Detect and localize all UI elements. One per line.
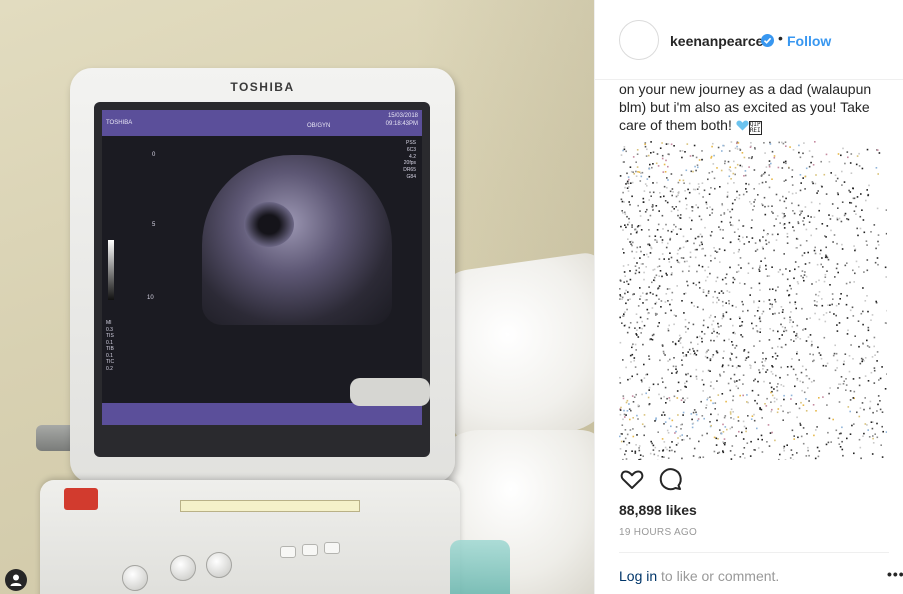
monitor-brand: TOSHIBA xyxy=(230,80,295,94)
console-knob xyxy=(122,565,148,591)
console-knob xyxy=(170,555,196,581)
login-link[interactable]: Log in xyxy=(619,568,657,584)
screen-time-line: 09:18:43PM xyxy=(385,120,418,127)
avatar[interactable] xyxy=(619,20,659,60)
screen-mode: OB/GYN xyxy=(307,123,331,129)
post-timestamp[interactable]: 19 HOURS AGO xyxy=(619,527,697,538)
screen-header: TOSHIBA OB/GYN 15/03/2018 09:18:43PM xyxy=(102,110,422,136)
screen-footer xyxy=(102,403,422,425)
missing-glyph-icon: QIP REI xyxy=(748,121,762,135)
login-prompt: Log in to like or comment. xyxy=(619,568,779,584)
console-knob xyxy=(206,552,232,578)
more-options-icon[interactable]: ••• xyxy=(887,566,903,582)
red-button xyxy=(64,488,98,510)
screen-date: 15/03/2018 09:18:43PM xyxy=(386,113,418,129)
verified-badge-icon xyxy=(761,34,774,47)
ultrasound-console xyxy=(40,480,460,594)
grey-scale-bar xyxy=(108,240,114,300)
ultrasound-scan xyxy=(202,155,392,325)
caption: on your new journey as a dad (walaupun b… xyxy=(619,80,889,135)
likes-count[interactable]: 88,898 likes xyxy=(619,502,697,518)
post-photo[interactable]: TOSHIBA TOSHIBA OB/GYN 15/03/2018 09:18:… xyxy=(0,0,594,594)
console-button xyxy=(324,542,340,554)
console-button xyxy=(280,546,296,558)
garbled-comments-noise xyxy=(619,141,889,460)
divider xyxy=(619,552,889,553)
login-prompt-text: to like or comment. xyxy=(657,568,780,584)
depth-scale-0: 0 xyxy=(152,152,156,158)
username[interactable]: keenanpearce xyxy=(670,33,763,49)
like-heart-icon[interactable] xyxy=(619,466,645,492)
console-button xyxy=(302,544,318,556)
screen-date-line: 15/03/2018 xyxy=(387,113,418,119)
gestational-sac xyxy=(244,202,294,247)
depth-scale-5: 5 xyxy=(152,222,156,228)
mi-readout: MI 0.3 TIS 0.1 TIB 0.1 TIC 0.2 xyxy=(106,320,115,372)
screen-brand-tag: TOSHIBA xyxy=(106,120,133,126)
ultrasound-monitor: TOSHIBA TOSHIBA OB/GYN 15/03/2018 09:18:… xyxy=(70,68,455,483)
follow-button[interactable]: Follow xyxy=(787,33,831,49)
post-sidebar: keenanpearce • Follow on your new journe… xyxy=(594,0,903,594)
scan-params: PSS 6C3 4.2 20fps DR65 G84 xyxy=(403,140,416,180)
depth-scale-10: 10 xyxy=(147,295,154,301)
blue-heart-icon xyxy=(736,120,749,131)
monitor-chin xyxy=(350,378,430,406)
comments-area[interactable]: on your new journey as a dad (walaupun b… xyxy=(619,80,889,460)
user-tag-icon[interactable] xyxy=(5,569,27,591)
warning-label xyxy=(180,500,360,512)
gel-bottle xyxy=(450,540,510,594)
separator-dot: • xyxy=(778,30,783,46)
post-header: keenanpearce • Follow xyxy=(595,0,903,80)
comment-bubble-icon[interactable] xyxy=(657,466,683,492)
